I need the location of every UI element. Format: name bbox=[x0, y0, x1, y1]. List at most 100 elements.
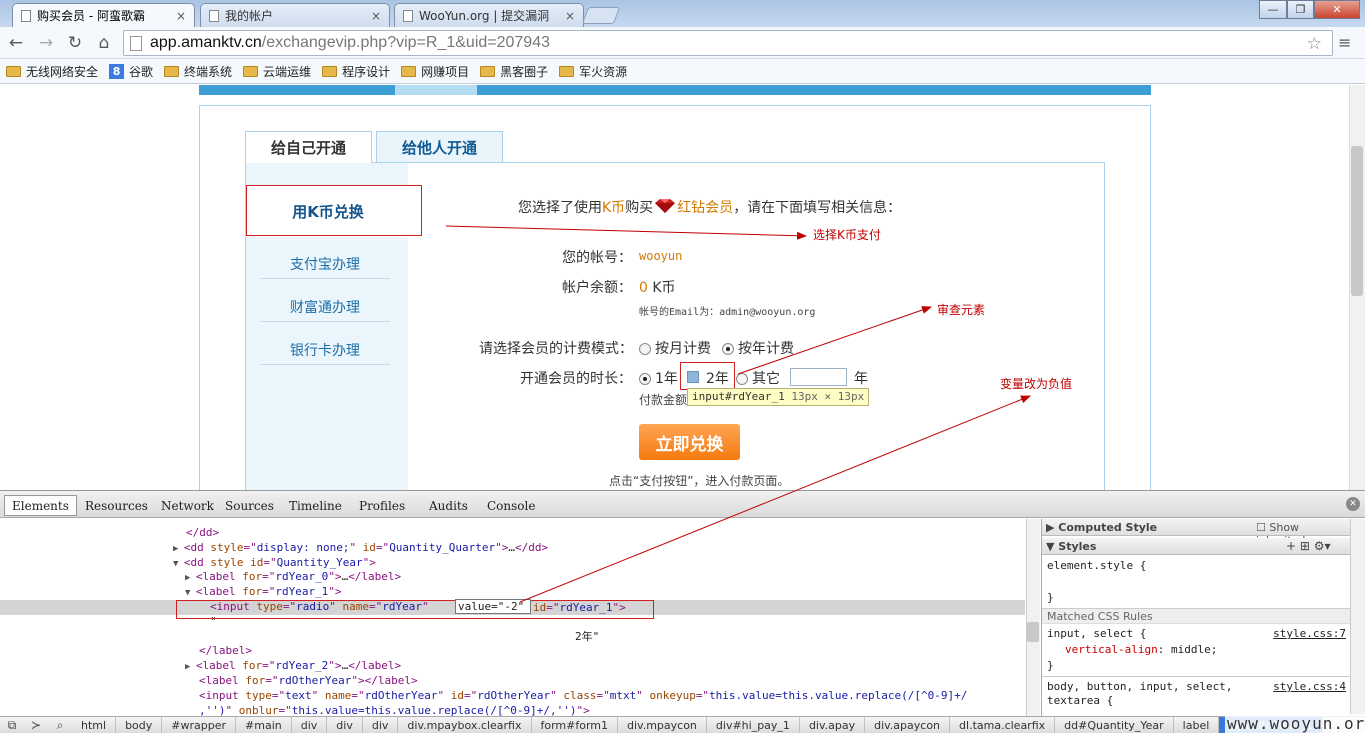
page-scrollbar-thumb[interactable] bbox=[1351, 146, 1363, 296]
dom-scrollbar[interactable] bbox=[1026, 519, 1040, 716]
billing-yearly[interactable]: 按年计费 bbox=[722, 338, 794, 358]
duration-other[interactable]: 其它 bbox=[736, 368, 780, 388]
window-close-button[interactable]: ✕ bbox=[1314, 0, 1360, 19]
bookmark-item[interactable]: 云端运维 bbox=[243, 63, 311, 80]
element-style-rule[interactable]: element.style { bbox=[1047, 559, 1146, 572]
dom-node-line[interactable]: ▶ <dd style="display: none;" id="Quantit… bbox=[173, 540, 548, 555]
rule1-declaration[interactable]: vertical-align: middle; bbox=[1065, 643, 1217, 656]
rule1-source-link[interactable]: style.css:7 bbox=[1273, 627, 1346, 640]
dom-attribute-editor[interactable]: value="-2" bbox=[455, 599, 531, 614]
breadcrumb-item[interactable]: div.mpaycon bbox=[618, 717, 707, 733]
styles-tool-icons[interactable]: + ⊞ ⚙▾ bbox=[1286, 539, 1331, 553]
other-years-input[interactable] bbox=[790, 368, 847, 386]
devtools-tab-profiles[interactable]: Profiles bbox=[352, 495, 412, 516]
devtools-tab-resources[interactable]: Resources bbox=[78, 495, 155, 516]
menu-icon[interactable]: ≡ bbox=[1338, 33, 1351, 52]
radio-other[interactable] bbox=[736, 373, 748, 385]
tab-my-account[interactable]: 我的帐户 × bbox=[200, 3, 390, 27]
breadcrumb-item[interactable]: dl.tama.clearfix bbox=[950, 717, 1056, 733]
breadcrumb-item[interactable]: div#hi_pay_1 bbox=[707, 717, 800, 733]
bookmark-item[interactable]: 程序设计 bbox=[322, 63, 390, 80]
breadcrumb-item[interactable]: #wrapper bbox=[162, 717, 237, 733]
dom-node-line[interactable]: </dd> bbox=[186, 525, 219, 540]
breadcrumb-item[interactable]: div.mpaybox.clearfix bbox=[398, 717, 532, 733]
home-icon[interactable]: ⌂ bbox=[93, 33, 115, 53]
dom-node-line[interactable]: </label> bbox=[199, 643, 252, 658]
sidebar-item-bankcard[interactable]: 银行卡办理 bbox=[260, 335, 390, 365]
devtools-tab-sources[interactable]: Sources bbox=[218, 495, 281, 516]
breadcrumb-item[interactable]: body bbox=[116, 717, 163, 733]
inspect-search-icon[interactable]: ⌕ bbox=[48, 717, 72, 733]
devtools-tab-console[interactable]: Console bbox=[480, 495, 542, 516]
site-top-nav[interactable] bbox=[199, 85, 1151, 95]
address-bar[interactable]: app.amanktv.cn/exchangevip.php?vip=R_1&u… bbox=[123, 30, 1333, 56]
collapse-arrow-icon[interactable]: ▼ bbox=[173, 559, 184, 569]
bookmark-item[interactable]: 8 谷歌 bbox=[109, 63, 153, 80]
breadcrumb-item[interactable]: dd#Quantity_Year bbox=[1055, 717, 1174, 733]
sidebar-item-tenpay[interactable]: 财富通办理 bbox=[260, 292, 390, 322]
tab-open-for-other[interactable]: 给他人开通 bbox=[376, 131, 503, 162]
rule2-source-link[interactable]: style.css:4 bbox=[1273, 680, 1346, 693]
billing-monthly[interactable]: 按月计费 bbox=[639, 338, 711, 358]
bookmark-item[interactable]: 网赚项目 bbox=[401, 63, 469, 80]
bookmark-item[interactable]: 终端系统 bbox=[164, 63, 232, 80]
dom-node-line[interactable]: <input type="text" name="rdOtherYear" id… bbox=[199, 688, 967, 703]
annotation-highlight-kcoin bbox=[246, 185, 422, 236]
tab-close-icon[interactable]: × bbox=[371, 9, 381, 23]
breadcrumb-item[interactable]: div.apaycon bbox=[865, 717, 951, 733]
breadcrumb-item[interactable]: #main bbox=[236, 717, 292, 733]
breadcrumb-item[interactable]: div bbox=[292, 717, 328, 733]
back-icon[interactable]: ← bbox=[5, 33, 27, 53]
tab-wooyun[interactable]: WooYun.org | 提交漏洞 × bbox=[394, 3, 584, 27]
dom-node-line[interactable]: 2年" bbox=[575, 629, 599, 644]
breadcrumb-item[interactable]: div bbox=[363, 717, 399, 733]
new-tab-button[interactable] bbox=[581, 7, 621, 24]
breadcrumb-item[interactable]: html bbox=[72, 717, 117, 733]
rule2-selector[interactable]: body, button, input, select, bbox=[1047, 680, 1232, 693]
minimize-button[interactable]: — bbox=[1259, 0, 1287, 19]
bookmark-item[interactable]: 黑客圈子 bbox=[480, 63, 548, 80]
reload-icon[interactable]: ↻ bbox=[64, 33, 86, 53]
rule1-selector[interactable]: input, select { bbox=[1047, 627, 1146, 640]
styles-scrollbar[interactable] bbox=[1350, 519, 1365, 716]
devtools-tab-network[interactable]: Network bbox=[154, 495, 221, 516]
radio-1year[interactable] bbox=[639, 373, 651, 385]
devtools-tab-elements[interactable]: Elements bbox=[4, 495, 77, 516]
dom-node-line[interactable]: ▶ <label for="rdYear_2">…</label> bbox=[185, 658, 401, 673]
dom-node-line[interactable]: ▼ <dd style id="Quantity_Year"> bbox=[173, 555, 376, 570]
breadcrumb-item[interactable]: form#form1 bbox=[532, 717, 619, 733]
tab-close-icon[interactable]: × bbox=[565, 9, 575, 23]
breadcrumb-item[interactable]: div.apay bbox=[800, 717, 866, 733]
rule2-selector-cont[interactable]: textarea { bbox=[1047, 694, 1113, 707]
bookmark-item[interactable]: 军火资源 bbox=[559, 63, 627, 80]
bookmark-star-icon[interactable]: ☆ bbox=[1307, 34, 1322, 54]
exchange-now-button[interactable]: 立即兑换 bbox=[639, 424, 740, 460]
breadcrumb-item[interactable]: div bbox=[327, 717, 363, 733]
devtools-close-icon[interactable]: ✕ bbox=[1346, 497, 1360, 511]
dom-node-line[interactable]: ,'')" onblur="this.value=this.value.repl… bbox=[199, 703, 590, 716]
devtools-tab-audits[interactable]: Audits bbox=[422, 495, 475, 516]
duration-1year[interactable]: 1年 bbox=[639, 368, 678, 388]
tab-close-icon[interactable]: × bbox=[176, 9, 186, 23]
restore-button[interactable]: ❐ bbox=[1287, 0, 1314, 19]
dom-scrollbar-thumb[interactable] bbox=[1027, 622, 1039, 642]
radio-monthly[interactable] bbox=[639, 343, 651, 355]
tab-buy-member[interactable]: 购买会员 - 阿蛮歌霸 × bbox=[12, 3, 195, 27]
radio-yearly[interactable] bbox=[722, 343, 734, 355]
nav-active-item[interactable] bbox=[395, 85, 477, 95]
console-toggle-icon[interactable]: ≻ bbox=[24, 717, 48, 733]
dock-icon[interactable]: ⧉ bbox=[0, 717, 24, 733]
expand-arrow-icon[interactable]: ▶ bbox=[173, 544, 184, 554]
breadcrumb-item[interactable]: label bbox=[1174, 717, 1220, 733]
forward-icon[interactable]: → bbox=[35, 33, 57, 53]
sidebar-item-alipay[interactable]: 支付宝办理 bbox=[260, 249, 390, 279]
dom-node-line[interactable]: <label for="rdOtherYear"></label> bbox=[199, 673, 418, 688]
collapse-arrow-icon[interactable]: ▼ bbox=[185, 588, 196, 598]
expand-arrow-icon[interactable]: ▶ bbox=[185, 662, 196, 672]
bookmark-item[interactable]: 无线网络安全 bbox=[6, 63, 98, 80]
tab-open-for-self[interactable]: 给自己开通 bbox=[245, 131, 372, 163]
devtools-tab-timeline[interactable]: Timeline bbox=[282, 495, 349, 516]
expand-arrow-icon[interactable]: ▶ bbox=[185, 573, 196, 583]
dom-node-line[interactable]: ▼ <label for="rdYear_1"> bbox=[185, 584, 342, 599]
dom-node-line[interactable]: ▶ <label for="rdYear_0">…</label> bbox=[185, 569, 401, 584]
